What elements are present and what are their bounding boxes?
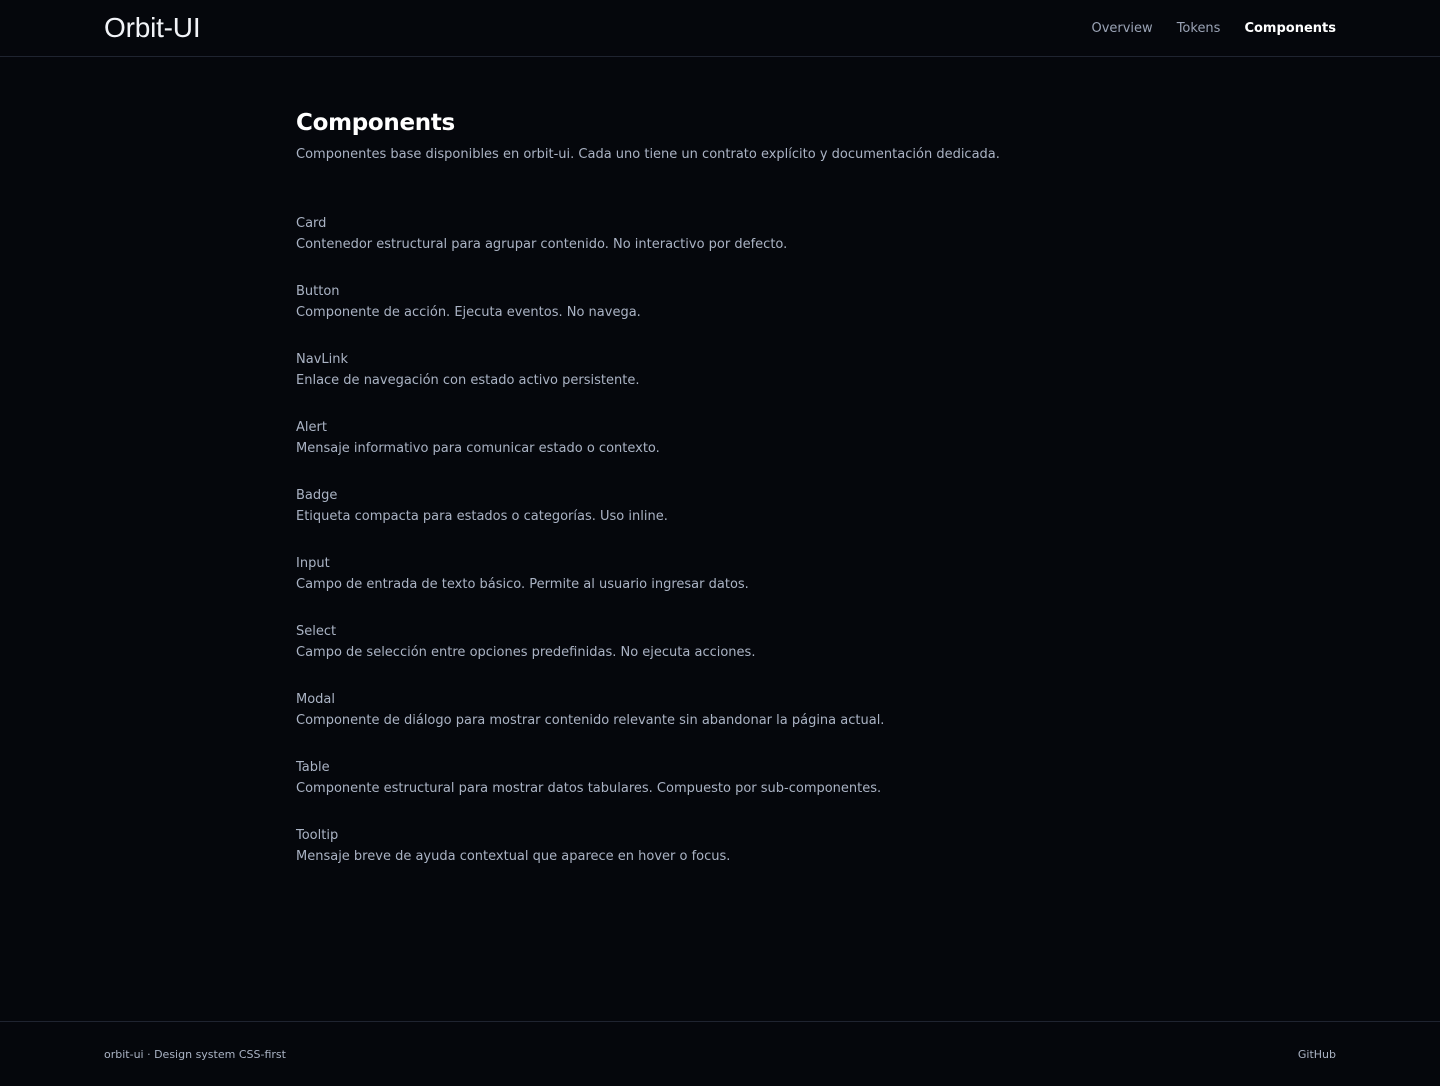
list-item: Badge Etiqueta compacta para estados o c… [296,480,1156,548]
top-bar: Orbit-UI Overview Tokens Components [0,0,1440,57]
component-description: Componente estructural para mostrar dato… [296,781,882,796]
component-link-input[interactable]: Input [296,548,1156,574]
component-list: Card Contenedor estructural para agrupar… [296,208,1156,888]
component-link-button[interactable]: Button [296,276,1156,302]
component-link-table[interactable]: Table [296,752,1156,778]
component-link-alert[interactable]: Alert [296,412,1156,438]
github-link[interactable]: GitHub [1298,1048,1336,1061]
component-link-navlink[interactable]: NavLink [296,344,1156,370]
list-item: Modal Componente de diálogo para mostrar… [296,684,1156,752]
component-link-tooltip[interactable]: Tooltip [296,820,1156,846]
component-description: Enlace de navegación con estado activo p… [296,373,640,388]
list-item: Table Componente estructural para mostra… [296,752,1156,820]
list-item: Tooltip Mensaje breve de ayuda contextua… [296,820,1156,888]
component-link-select[interactable]: Select [296,616,1156,642]
page-title: Components [296,110,455,136]
component-description: Componente de acción. Ejecuta eventos. N… [296,305,641,320]
nav-link-overview[interactable]: Overview [1091,21,1152,36]
nav-link-components[interactable]: Components [1244,21,1336,36]
nav-link-tokens[interactable]: Tokens [1177,21,1221,36]
list-item: NavLink Enlace de navegación con estado … [296,344,1156,412]
component-link-card[interactable]: Card [296,208,1156,234]
component-link-modal[interactable]: Modal [296,684,1156,710]
page: Orbit-UI Overview Tokens Components Comp… [0,0,1440,1086]
list-item: Card Contenedor estructural para agrupar… [296,208,1156,276]
brand-logo[interactable]: Orbit-UI [104,12,201,44]
list-item: Input Campo de entrada de texto básico. … [296,548,1156,616]
component-description: Mensaje breve de ayuda contextual que ap… [296,849,731,864]
list-item: Alert Mensaje informativo para comunicar… [296,412,1156,480]
list-item: Select Campo de selección entre opciones… [296,616,1156,684]
component-description: Componente de diálogo para mostrar conte… [296,713,885,728]
main-nav: Overview Tokens Components [1091,21,1336,36]
list-item: Button Componente de acción. Ejecuta eve… [296,276,1156,344]
component-description: Campo de selección entre opciones predef… [296,645,756,660]
component-description: Campo de entrada de texto básico. Permit… [296,577,749,592]
site-footer: orbit-ui · Design system CSS-first GitHu… [0,1021,1440,1086]
component-description: Etiqueta compacta para estados o categor… [296,509,668,524]
page-subtitle: Componentes base disponibles en orbit-ui… [296,147,1000,162]
component-description: Mensaje informativo para comunicar estad… [296,441,660,456]
component-description: Contenedor estructural para agrupar cont… [296,237,788,252]
component-link-badge[interactable]: Badge [296,480,1156,506]
main-content: Components Componentes base disponibles … [296,108,1156,888]
footer-tagline: orbit-ui · Design system CSS-first [104,1047,286,1061]
